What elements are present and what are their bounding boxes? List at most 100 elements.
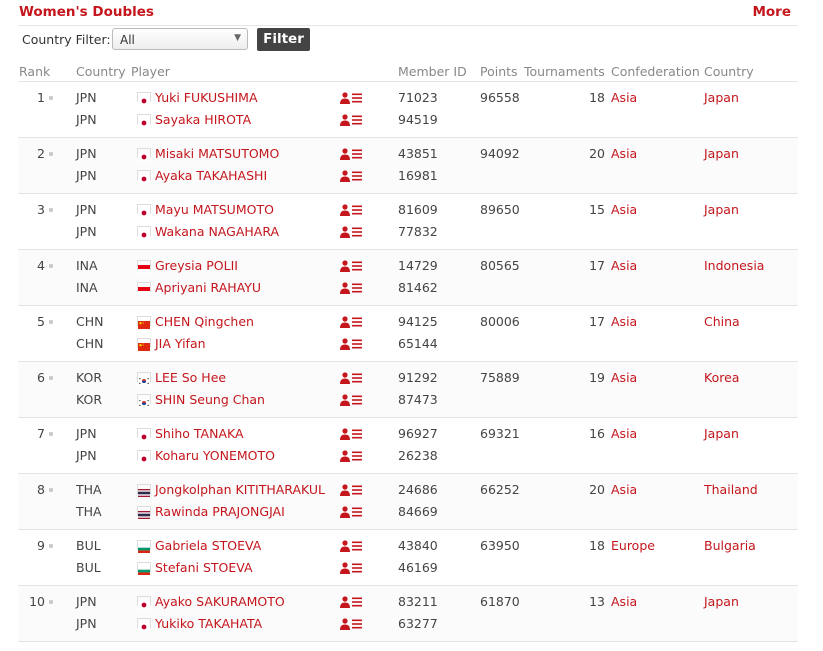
jpn-flag-icon bbox=[137, 618, 151, 631]
country-link[interactable]: Bulgaria bbox=[704, 538, 756, 553]
player-name-link[interactable]: Shiho TANAKA bbox=[155, 426, 244, 441]
country-link[interactable]: Thailand bbox=[704, 482, 758, 497]
member-id: 65144 bbox=[398, 336, 438, 351]
member-id: 26238 bbox=[398, 448, 438, 463]
player-profile-icon[interactable] bbox=[340, 596, 362, 608]
player-profile-icon[interactable] bbox=[340, 92, 362, 104]
rank-value: 4 bbox=[37, 258, 45, 273]
player-name-link[interactable]: Jongkolphan KITITHARAKUL bbox=[155, 482, 325, 497]
player-profile-icon[interactable] bbox=[340, 114, 362, 126]
jpn-flag-icon bbox=[137, 92, 151, 105]
player-profile-icon[interactable] bbox=[340, 428, 362, 440]
member-id: 43840 bbox=[398, 538, 438, 553]
player-profile-icon[interactable] bbox=[340, 316, 362, 328]
player-country-code: INA bbox=[76, 258, 98, 273]
player-name-link[interactable]: Ayaka TAKAHASHI bbox=[155, 168, 267, 183]
points-value: 75889 bbox=[480, 370, 520, 385]
player-name-link[interactable]: Wakana NAGAHARA bbox=[155, 224, 279, 239]
player-profile-icon[interactable] bbox=[340, 562, 362, 574]
player-country-code: CHN bbox=[76, 314, 104, 329]
player-name-link[interactable]: LEE So Hee bbox=[155, 370, 226, 385]
country-link[interactable]: China bbox=[704, 314, 740, 329]
country-link[interactable]: Korea bbox=[704, 370, 739, 385]
player-name-link[interactable]: Ayako SAKURAMOTO bbox=[155, 594, 285, 609]
kor-flag-icon bbox=[137, 394, 151, 407]
player-profile-icon[interactable] bbox=[340, 282, 362, 294]
player-country-code: KOR bbox=[76, 370, 103, 385]
player-profile-icon[interactable] bbox=[340, 226, 362, 238]
confederation-link[interactable]: Asia bbox=[611, 314, 637, 329]
points-value: 80006 bbox=[480, 314, 520, 329]
col-header-rank[interactable]: Rank bbox=[19, 64, 50, 79]
player-profile-icon[interactable] bbox=[340, 394, 362, 406]
table-row: 1 JPN Yuki FUKUSHIMA 71023 JPN Sayaka HIROTA 9… bbox=[18, 81, 798, 138]
country-link[interactable]: Japan bbox=[704, 594, 739, 609]
tournaments-value: 18 bbox=[589, 90, 605, 105]
player-profile-icon[interactable] bbox=[340, 204, 362, 216]
player-profile-icon[interactable] bbox=[340, 170, 362, 182]
points-value: 96558 bbox=[480, 90, 520, 105]
col-header-points[interactable]: Points bbox=[480, 64, 518, 79]
country-link[interactable]: Japan bbox=[704, 146, 739, 161]
country-link[interactable]: Japan bbox=[704, 90, 739, 105]
rank-value: 1 bbox=[37, 90, 45, 105]
player-name-link[interactable]: Rawinda PRAJONGJAI bbox=[155, 504, 285, 519]
confederation-link[interactable]: Asia bbox=[611, 594, 637, 609]
col-header-country-name[interactable]: Country bbox=[704, 64, 754, 79]
confederation-link[interactable]: Asia bbox=[611, 482, 637, 497]
player-name-link[interactable]: SHIN Seung Chan bbox=[155, 392, 265, 407]
tournaments-value: 17 bbox=[589, 258, 605, 273]
confederation-link[interactable]: Asia bbox=[611, 90, 637, 105]
table-row: 4 INA Greysia POLII 14729 INA Apriyani RAHAYU… bbox=[18, 249, 798, 306]
player-country-code: CHN bbox=[76, 336, 104, 351]
player-profile-icon[interactable] bbox=[340, 484, 362, 496]
player-name-link[interactable]: Sayaka HIROTA bbox=[155, 112, 251, 127]
table-row: 3 JPN Mayu MATSUMOTO 81609 JPN Wakana NAGAHAR… bbox=[18, 193, 798, 250]
confederation-link[interactable]: Asia bbox=[611, 202, 637, 217]
player-country-code: THA bbox=[76, 482, 102, 497]
tha-flag-icon bbox=[137, 506, 151, 519]
player-name-link[interactable]: Stefani STOEVA bbox=[155, 560, 253, 575]
player-name-link[interactable]: Koharu YONEMOTO bbox=[155, 448, 275, 463]
player-profile-icon[interactable] bbox=[340, 618, 362, 630]
member-id: 83211 bbox=[398, 594, 438, 609]
filter-button[interactable]: Filter bbox=[257, 28, 310, 51]
confederation-link[interactable]: Asia bbox=[611, 370, 637, 385]
player-profile-icon[interactable] bbox=[340, 260, 362, 272]
confederation-link[interactable]: Asia bbox=[611, 426, 637, 441]
player-name-link[interactable]: Gabriela STOEVA bbox=[155, 538, 261, 553]
player-name-link[interactable]: Apriyani RAHAYU bbox=[155, 280, 261, 295]
confederation-link[interactable]: Asia bbox=[611, 146, 637, 161]
more-link[interactable]: More bbox=[752, 4, 791, 20]
confederation-link[interactable]: Asia bbox=[611, 258, 637, 273]
player-name-link[interactable]: CHEN Qingchen bbox=[155, 314, 254, 329]
col-header-confederation[interactable]: Confederation bbox=[611, 64, 700, 79]
jpn-flag-icon bbox=[137, 114, 151, 127]
player-name-link[interactable]: Yukiko TAKAHATA bbox=[155, 616, 262, 631]
player-name-link[interactable]: Greysia POLII bbox=[155, 258, 238, 273]
col-header-member-id[interactable]: Member ID bbox=[398, 64, 467, 79]
player-name-link[interactable]: Mayu MATSUMOTO bbox=[155, 202, 274, 217]
player-profile-icon[interactable] bbox=[340, 148, 362, 160]
col-header-player[interactable]: Player bbox=[131, 64, 170, 79]
player-profile-icon[interactable] bbox=[340, 450, 362, 462]
rank-value: 10 bbox=[29, 594, 45, 609]
rank-value: 9 bbox=[37, 538, 45, 553]
player-name-link[interactable]: Yuki FUKUSHIMA bbox=[155, 90, 258, 105]
member-id: 94519 bbox=[398, 112, 438, 127]
player-profile-icon[interactable] bbox=[340, 372, 362, 384]
country-filter-select[interactable]: All ▼ bbox=[112, 28, 248, 50]
country-link[interactable]: Japan bbox=[704, 426, 739, 441]
player-profile-icon[interactable] bbox=[340, 506, 362, 518]
player-profile-icon[interactable] bbox=[340, 338, 362, 350]
confederation-link[interactable]: Europe bbox=[611, 538, 655, 553]
col-header-country[interactable]: Country bbox=[76, 64, 126, 79]
col-header-tournaments[interactable]: Tournaments bbox=[524, 64, 605, 79]
tournaments-value: 19 bbox=[589, 370, 605, 385]
player-profile-icon[interactable] bbox=[340, 540, 362, 552]
player-name-link[interactable]: Misaki MATSUTOMO bbox=[155, 146, 279, 161]
table-row: 6 KOR LEE So Hee 91292 KOR SHIN Seung Chan 874… bbox=[18, 361, 798, 418]
country-link[interactable]: Indonesia bbox=[704, 258, 764, 273]
country-link[interactable]: Japan bbox=[704, 202, 739, 217]
player-name-link[interactable]: JIA Yifan bbox=[155, 336, 206, 351]
